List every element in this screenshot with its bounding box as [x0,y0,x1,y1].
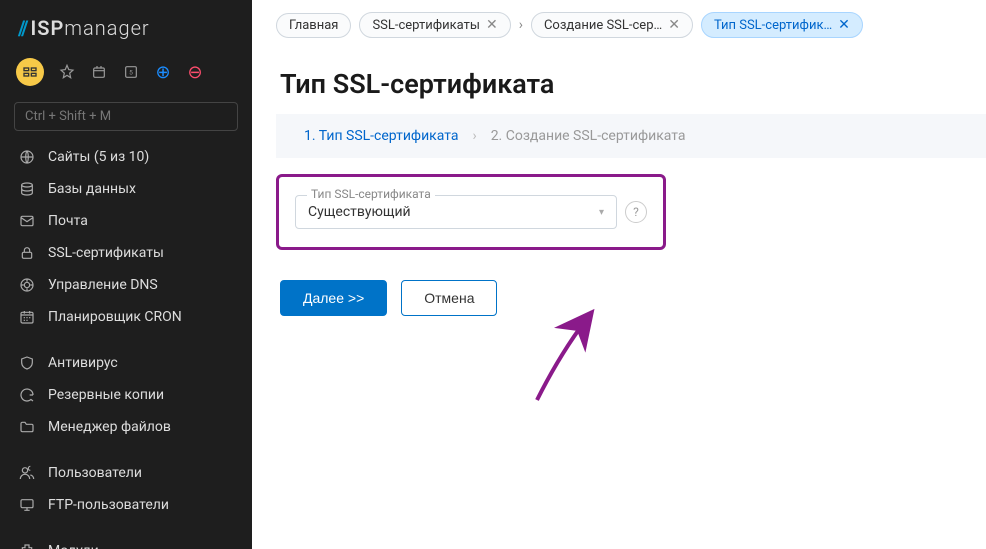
logo-slashes-icon: // [18,16,27,40]
sidebar: // ISPmanager 5 ⊕ ⊖ Ctrl + Shift + M Сай… [0,0,252,549]
form-actions: Далее >> Отмена [252,266,986,330]
chevron-right-icon: › [472,128,476,144]
db-icon [18,180,36,198]
step-1[interactable]: 1. Тип SSL-сертификата [304,128,458,144]
lock-icon [18,244,36,262]
sidebar-item-ssl[interactable]: SSL-сертификаты [0,237,252,269]
sidebar-item-label: Модули [48,543,99,549]
sidebar-item-label: SSL-сертификаты [48,245,164,261]
crumb-label: SSL-сертификаты [372,18,480,33]
form-highlight-box: Тип SSL-сертификата Существующий ▾ ? [276,174,666,250]
next-button[interactable]: Далее >> [280,280,387,316]
sidebar-item-cron[interactable]: Планировщик CRON [0,301,252,333]
sidebar-item-label: Антивирус [48,355,118,371]
sidebar-item-antivirus[interactable]: Антивирус [0,347,252,379]
module-icon [18,542,36,549]
sidebar-item-ftp[interactable]: FTP-пользователи [0,489,252,521]
globe-icon [18,148,36,166]
chevron-right-icon: › [519,17,523,33]
sidebar-item-label: Пользователи [48,465,142,481]
sidebar-item-label: Управление DNS [48,277,158,293]
plus-icon[interactable]: ⊕ [154,63,172,81]
star-icon[interactable] [58,63,76,81]
step-2: 2. Создание SSL-сертификата [491,128,686,144]
users-icon [18,464,36,482]
help-button[interactable]: ? [625,201,647,223]
breadcrumb: Главная SSL-сертификаты ✕ › Создание SSL… [252,0,986,50]
sidebar-nav: Сайты (5 из 10) Базы данных Почта SSL-се… [0,141,252,549]
crumb-label: Создание SSL-сер… [544,18,662,33]
sidebar-item-label: Сайты (5 из 10) [48,149,149,165]
updates-icon[interactable] [90,63,108,81]
mail-icon [18,212,36,230]
sidebar-item-mail[interactable]: Почта [0,205,252,237]
close-icon[interactable]: ✕ [838,17,850,33]
sidebar-item-backup[interactable]: Резервные копии [0,379,252,411]
page-title: Тип SSL-сертификата [252,50,986,114]
chevron-down-icon: ▾ [599,207,604,218]
close-icon[interactable]: ✕ [486,17,498,33]
minus-icon[interactable]: ⊖ [186,63,204,81]
svg-text:5: 5 [129,69,133,77]
sidebar-item-label: Почта [48,213,88,229]
nova-icon[interactable] [16,58,44,86]
crumb-ssl-create[interactable]: Создание SSL-сер… ✕ [531,12,693,38]
sidebar-item-users[interactable]: Пользователи [0,457,252,489]
logo-text: ISPmanager [31,16,150,40]
crumb-ssl-type[interactable]: Тип SSL-сертифик… ✕ [701,12,863,38]
shield-icon [18,354,36,372]
field-label: Тип SSL-сертификата [307,187,435,201]
count-icon[interactable]: 5 [122,63,140,81]
close-icon[interactable]: ✕ [668,17,680,33]
folder-icon [18,418,36,436]
crumb-home[interactable]: Главная [276,13,351,38]
app-logo: // ISPmanager [0,0,252,48]
sidebar-item-label: Резервные копии [48,387,164,403]
crumb-label: Главная [289,18,338,33]
cancel-button[interactable]: Отмена [401,280,497,316]
sidebar-item-sites[interactable]: Сайты (5 из 10) [0,141,252,173]
sidebar-item-modules[interactable]: Модули [0,535,252,549]
search-input[interactable]: Ctrl + Shift + M [14,102,238,131]
sidebar-toolbar: 5 ⊕ ⊖ [0,48,252,96]
select-value: Существующий [308,204,411,220]
ftp-icon [18,496,36,514]
calendar-icon [18,308,36,326]
main-content: Главная SSL-сертификаты ✕ › Создание SSL… [252,0,986,549]
backup-icon [18,386,36,404]
ssl-type-field: Тип SSL-сертификата Существующий ▾ ? [295,195,647,229]
crumb-label: Тип SSL-сертифик… [714,18,832,33]
sidebar-item-label: FTP-пользователи [48,497,169,513]
sidebar-item-label: Базы данных [48,181,136,197]
sidebar-item-label: Планировщик CRON [48,309,182,325]
sidebar-item-label: Менеджер файлов [48,419,171,435]
dns-icon [18,276,36,294]
sidebar-item-files[interactable]: Менеджер файлов [0,411,252,443]
sidebar-item-databases[interactable]: Базы данных [0,173,252,205]
crumb-ssl-list[interactable]: SSL-сертификаты ✕ [359,12,510,38]
sidebar-item-dns[interactable]: Управление DNS [0,269,252,301]
wizard-steps: 1. Тип SSL-сертификата › 2. Создание SSL… [276,114,986,158]
